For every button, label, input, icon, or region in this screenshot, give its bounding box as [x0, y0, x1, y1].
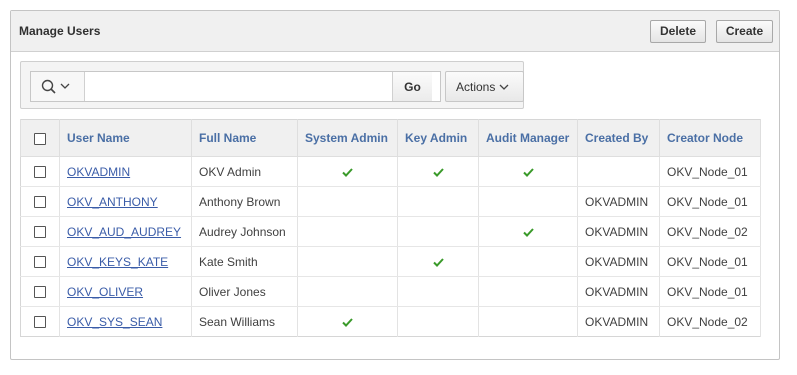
- user-name-link[interactable]: OKV_SYS_SEAN: [67, 315, 162, 329]
- row-select-cell: [20, 276, 60, 307]
- creator-node-cell: OKV_Node_01: [659, 246, 761, 277]
- full-name-cell: Sean Williams: [191, 306, 298, 337]
- system-admin-cell: [297, 216, 398, 247]
- creator-node-cell: OKV_Node_01: [659, 276, 761, 307]
- search-bar: Go: [30, 71, 441, 102]
- row-checkbox[interactable]: [34, 226, 46, 239]
- system-admin-cell: [297, 156, 398, 187]
- created-by-cell: OKVADMIN: [577, 216, 660, 247]
- user-name-cell: OKV_AUD_AUDREY: [59, 216, 192, 247]
- row-checkbox[interactable]: [34, 166, 46, 179]
- user-name-link[interactable]: OKV_OLIVER: [67, 285, 143, 299]
- creator-node-cell: OKV_Node_02: [659, 216, 761, 247]
- user-name-link[interactable]: OKV_ANTHONY: [67, 195, 158, 209]
- search-icon: [41, 79, 70, 94]
- full-name-cell: Anthony Brown: [191, 186, 298, 217]
- row-select-cell: [20, 306, 60, 337]
- actions-label: Actions: [456, 79, 496, 94]
- user-name-cell: OKV_OLIVER: [59, 276, 192, 307]
- key-admin-cell: [397, 216, 479, 247]
- table-row: OKV_KEYS_KATE Kate Smith OKVADMIN OKV_Node_…: [20, 246, 761, 277]
- audit-manager-cell: [478, 306, 578, 337]
- audit-manager-cell: [478, 156, 578, 187]
- checkmark-icon: [522, 168, 534, 177]
- system-admin-cell: [297, 276, 398, 307]
- checkmark-icon: [342, 318, 353, 327]
- column-header-full-name[interactable]: Full Name: [191, 119, 298, 157]
- creator-node-cell: OKV_Node_01: [659, 156, 761, 187]
- user-name-link[interactable]: OKV_AUD_AUDREY: [67, 225, 181, 239]
- system-admin-cell: [297, 306, 398, 337]
- audit-manager-cell: [478, 216, 578, 247]
- table-row: OKV_SYS_SEAN Sean Williams OKVADMIN OKV_Nod…: [20, 306, 761, 337]
- full-name-cell: Oliver Jones: [191, 276, 298, 307]
- table-header-row: User Name Full Name System Admin Key Adm…: [20, 119, 761, 157]
- column-header-creator-node[interactable]: Creator Node: [659, 119, 761, 157]
- created-by-cell: OKVADMIN: [577, 186, 660, 217]
- column-header-key-admin[interactable]: Key Admin: [397, 119, 479, 157]
- row-checkbox[interactable]: [34, 286, 46, 299]
- user-name-cell: OKV_ANTHONY: [59, 186, 192, 217]
- creator-node-cell: OKV_Node_02: [659, 306, 761, 337]
- user-name-cell: OKV_SYS_SEAN: [59, 306, 192, 337]
- system-admin-cell: [297, 186, 398, 217]
- search-column-menu[interactable]: [31, 72, 85, 101]
- row-select-cell: [20, 216, 60, 247]
- key-admin-cell: [397, 186, 479, 217]
- full-name-cell: Audrey Johnson: [191, 216, 298, 247]
- column-header-system-admin[interactable]: System Admin: [297, 119, 398, 157]
- audit-manager-cell: [478, 186, 578, 217]
- region-title: Manage Users: [19, 24, 101, 38]
- created-by-cell: OKVADMIN: [577, 276, 660, 307]
- user-name-cell: OKVADMIN: [59, 156, 192, 187]
- key-admin-cell: [397, 156, 479, 187]
- report-toolbar: Go Actions: [20, 61, 524, 109]
- created-by-cell: [577, 156, 660, 187]
- row-select-cell: [20, 186, 60, 217]
- go-button[interactable]: Go: [392, 72, 432, 101]
- column-header-audit-manager[interactable]: Audit Manager: [478, 119, 578, 157]
- checkmark-icon: [522, 228, 534, 237]
- user-name-cell: OKV_KEYS_KATE: [59, 246, 192, 277]
- user-name-link[interactable]: OKVADMIN: [67, 165, 130, 179]
- full-name-cell: OKV Admin: [191, 156, 298, 187]
- select-all-cell: [20, 119, 60, 157]
- table-row: OKVADMIN OKV Admin OKV_Node_01: [20, 156, 761, 187]
- created-by-cell: OKVADMIN: [577, 306, 660, 337]
- users-table: User Name Full Name System Admin Key Adm…: [20, 119, 761, 337]
- creator-node-cell: OKV_Node_01: [659, 186, 761, 217]
- table-row: OKV_ANTHONY Anthony Brown OKVADMIN OKV_Node…: [20, 186, 761, 217]
- column-header-created-by[interactable]: Created By: [577, 119, 660, 157]
- delete-button[interactable]: Delete: [650, 20, 706, 43]
- column-header-user-name[interactable]: User Name: [59, 119, 192, 157]
- row-checkbox[interactable]: [34, 316, 46, 329]
- create-button[interactable]: Create: [716, 20, 773, 43]
- checkmark-icon: [342, 168, 353, 177]
- search-input[interactable]: [86, 72, 391, 101]
- user-name-link[interactable]: OKV_KEYS_KATE: [67, 255, 168, 269]
- select-all-checkbox[interactable]: [34, 132, 46, 145]
- checkmark-icon: [432, 258, 444, 267]
- row-select-cell: [20, 156, 60, 187]
- region-header: Manage Users Delete Create: [11, 11, 779, 52]
- row-select-cell: [20, 246, 60, 277]
- chevron-down-icon: [499, 84, 509, 90]
- key-admin-cell: [397, 276, 479, 307]
- audit-manager-cell: [478, 246, 578, 277]
- audit-manager-cell: [478, 276, 578, 307]
- row-checkbox[interactable]: [34, 256, 46, 269]
- row-checkbox[interactable]: [34, 196, 46, 209]
- manage-users-region: Manage Users Delete Create Go Actions Us…: [10, 10, 780, 360]
- key-admin-cell: [397, 306, 479, 337]
- actions-menu-button[interactable]: Actions: [445, 71, 524, 102]
- table-row: OKV_OLIVER Oliver Jones OKVADMIN OKV_Node_0…: [20, 276, 761, 307]
- checkmark-icon: [432, 168, 444, 177]
- table-row: OKV_AUD_AUDREY Audrey Johnson OKVADMIN OKV_…: [20, 216, 761, 247]
- created-by-cell: OKVADMIN: [577, 246, 660, 277]
- full-name-cell: Kate Smith: [191, 246, 298, 277]
- key-admin-cell: [397, 246, 479, 277]
- system-admin-cell: [297, 246, 398, 277]
